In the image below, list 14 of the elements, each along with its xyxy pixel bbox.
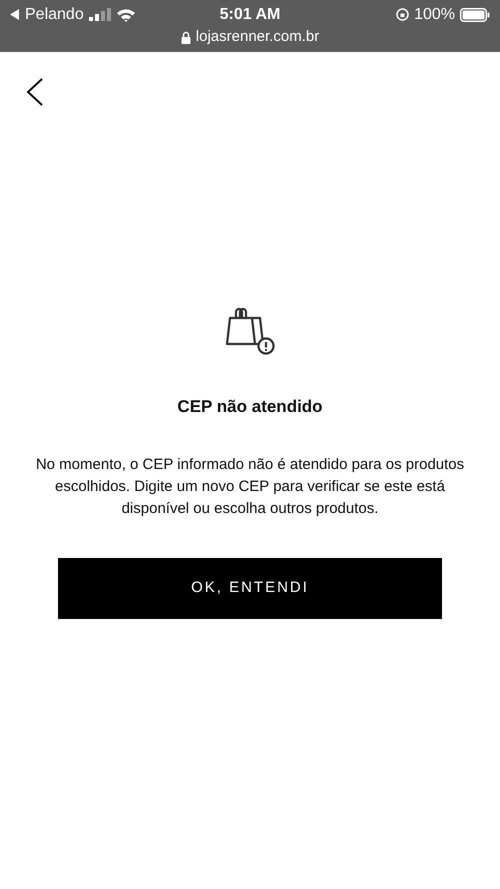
lock-icon [180, 30, 191, 44]
battery-icon [460, 8, 490, 22]
url-text[interactable]: lojasrenner.com.br [196, 26, 320, 48]
wifi-icon [116, 8, 136, 22]
clock-time: 5:01 AM [220, 4, 280, 24]
dialog-title: CEP não atendido [177, 396, 323, 418]
dialog-message: No momento, o CEP informado não é atendido para os produtos escolhidos. Digite um novo CEP para verificar se este está disponível ou escolha outros produtos. [34, 454, 466, 518]
back-chevron-icon[interactable] [26, 78, 44, 106]
rotation-lock-icon [396, 8, 410, 21]
ok-button[interactable]: OK, ENTENDI [58, 558, 442, 618]
back-triangle-icon[interactable] [10, 9, 20, 20]
signal-icon [88, 8, 111, 21]
battery-percent: 100% [414, 4, 455, 24]
back-app-label[interactable]: Pelando [25, 2, 84, 26]
